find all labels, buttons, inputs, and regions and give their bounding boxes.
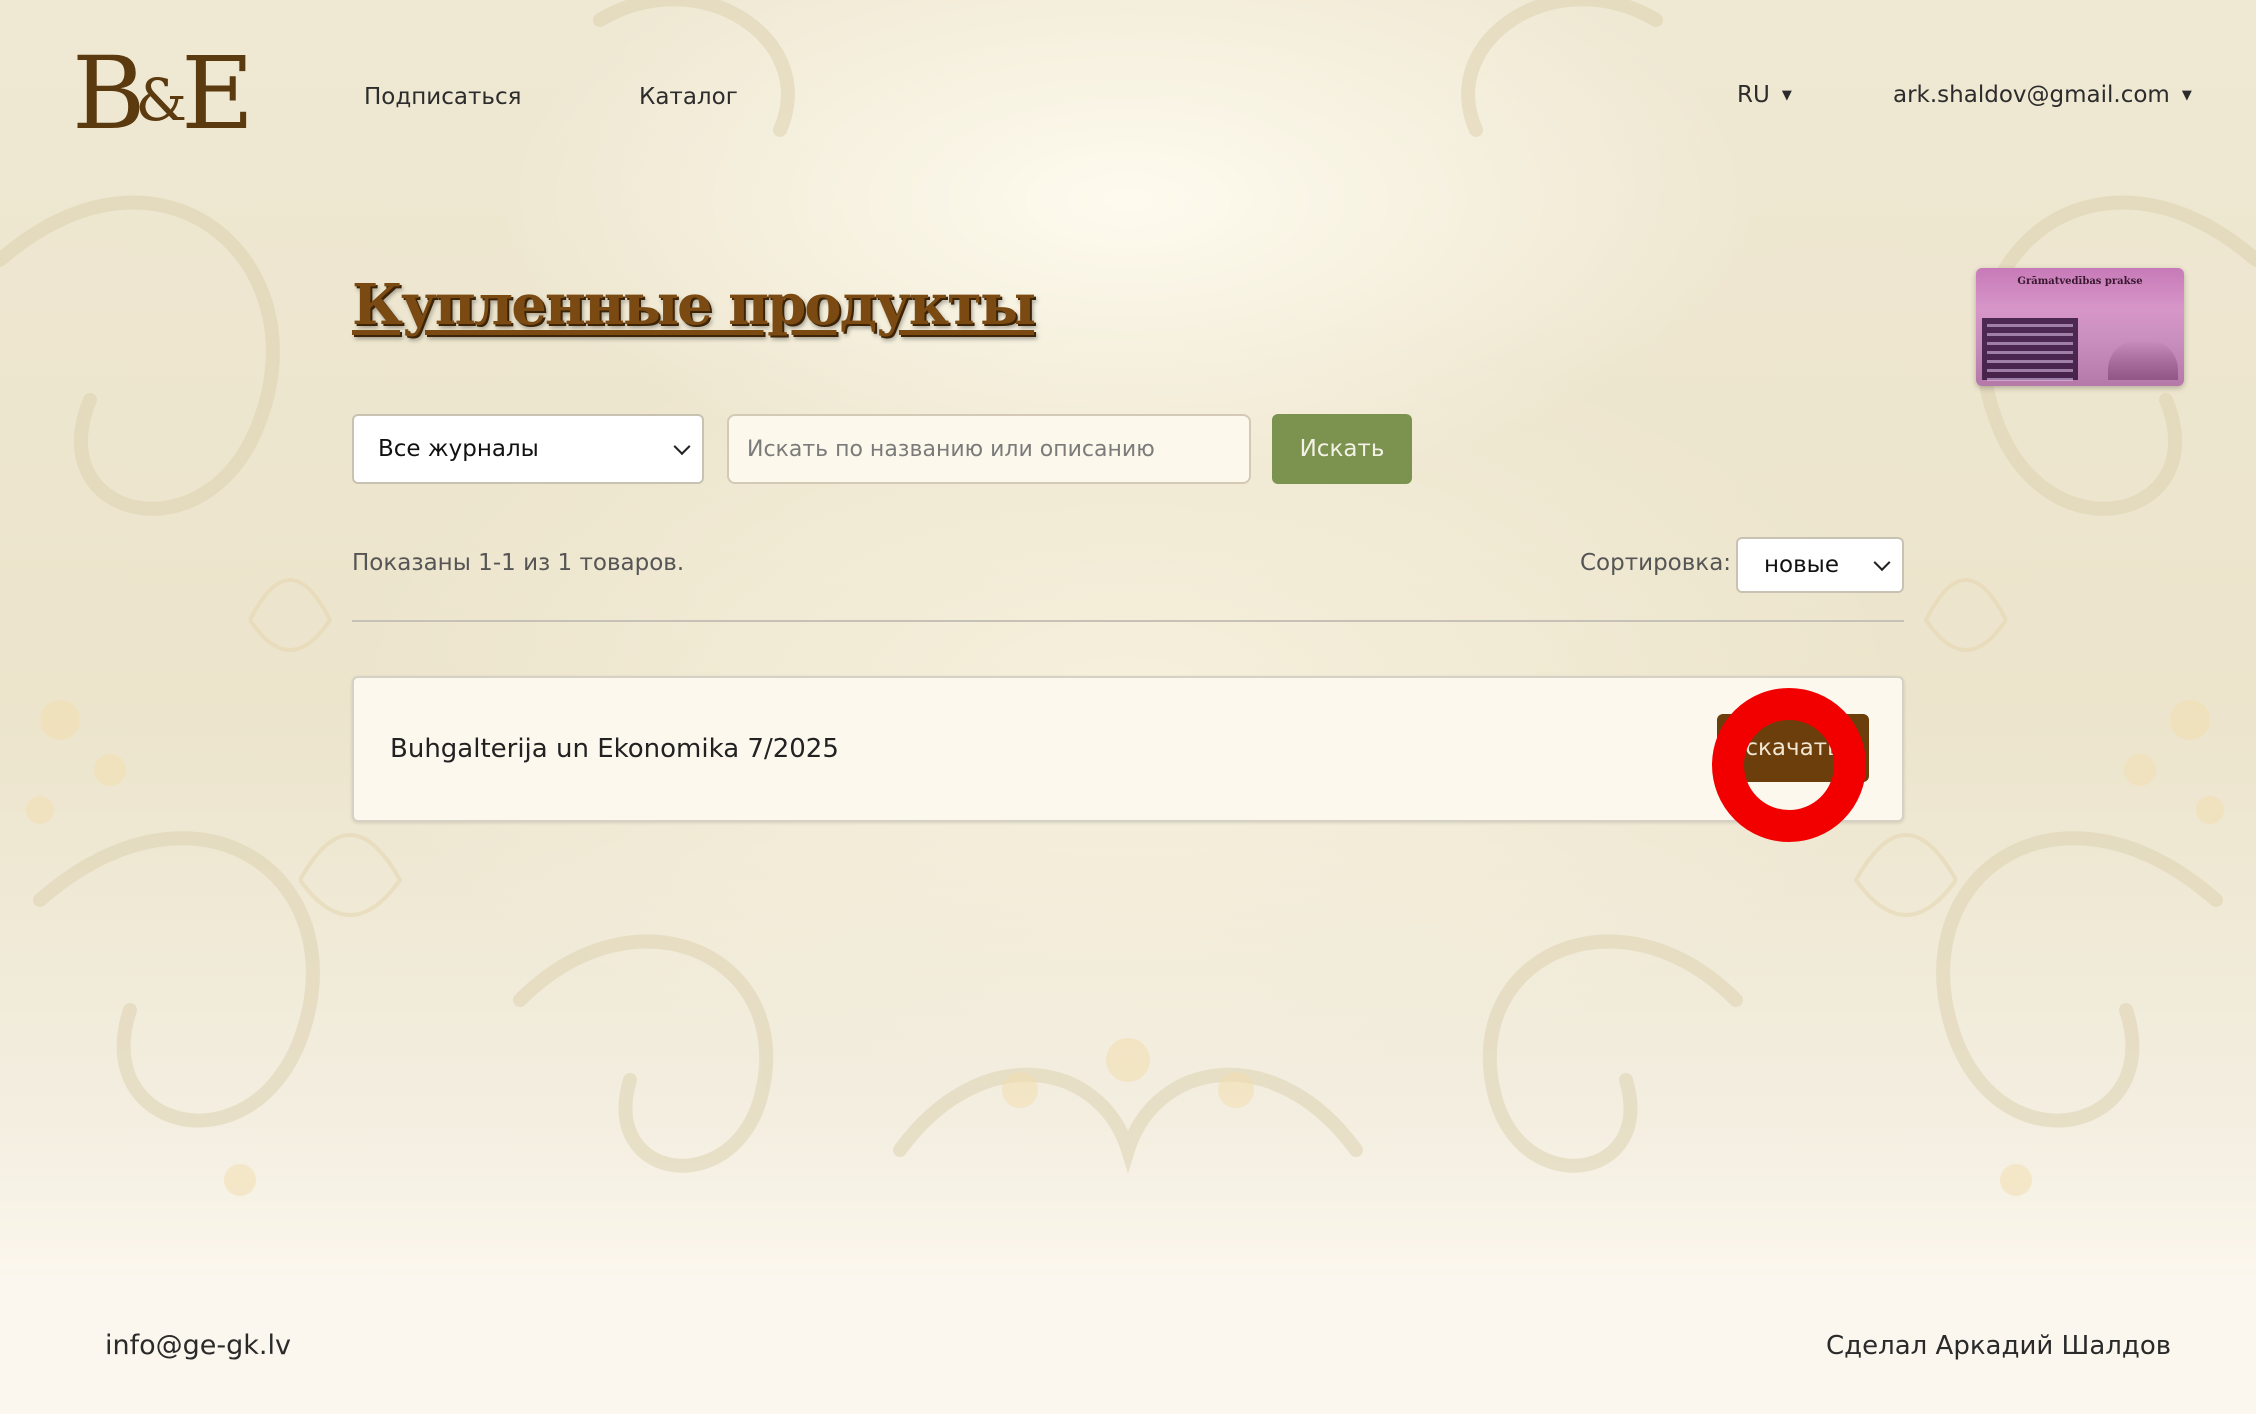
thumbnail-landscape <box>2108 340 2178 380</box>
search-button[interactable]: Искать <box>1272 414 1412 484</box>
user-email: ark.shaldov@gmail.com <box>1893 82 2170 108</box>
logo-letter-b: B <box>72 35 145 152</box>
results-count: Показаны 1-1 из 1 товаров. <box>352 550 685 576</box>
thumbnail-title: Grāmatvedības prakse <box>2017 276 2143 287</box>
footer-credit: Сделал Аркадий Шалдов <box>1826 1331 2172 1361</box>
brand-logo[interactable]: B&E <box>72 44 254 144</box>
nav-catalog-link[interactable]: Каталог <box>639 84 738 110</box>
chevron-down-icon <box>673 438 691 456</box>
logo-ampersand: & <box>135 66 188 134</box>
journal-filter-select[interactable]: Все журналы <box>352 414 704 484</box>
footer-band <box>0 1240 2256 1414</box>
search-input[interactable] <box>727 414 1251 484</box>
magazine-thumbnail[interactable]: Grāmatvedības prakse <box>1976 268 2184 386</box>
nav-subscribe-link[interactable]: Подписаться <box>364 84 521 110</box>
caret-down-icon: ▼ <box>1781 88 1792 103</box>
sort-select[interactable]: новые <box>1736 537 1904 593</box>
user-account-dropdown[interactable]: ark.shaldov@gmail.com ▼ <box>1893 82 2192 108</box>
results-divider <box>352 620 1904 622</box>
chevron-down-icon <box>1873 554 1891 572</box>
footer-email-link[interactable]: info@ge-gk.lv <box>105 1330 291 1361</box>
download-button[interactable]: скачать <box>1717 714 1869 782</box>
product-card: Buhgalterija un Ekonomika 7/2025 скачать <box>352 676 1904 822</box>
caret-down-icon: ▼ <box>2181 88 2192 103</box>
language-dropdown[interactable]: RU ▼ <box>1737 82 1792 108</box>
floral-pattern-svg <box>0 0 2256 1196</box>
floral-background <box>0 0 2256 1270</box>
logo-letter-e: E <box>181 35 254 152</box>
journal-filter-value: Все журналы <box>378 436 539 462</box>
language-value: RU <box>1737 82 1770 108</box>
product-title: Buhgalterija un Ekonomika 7/2025 <box>390 734 839 764</box>
sort-value: новые <box>1764 552 1839 578</box>
thumbnail-text-panel <box>1982 318 2078 381</box>
sort-label: Сортировка: <box>1580 550 1732 576</box>
page-title: Купленные продукты <box>352 272 1036 338</box>
